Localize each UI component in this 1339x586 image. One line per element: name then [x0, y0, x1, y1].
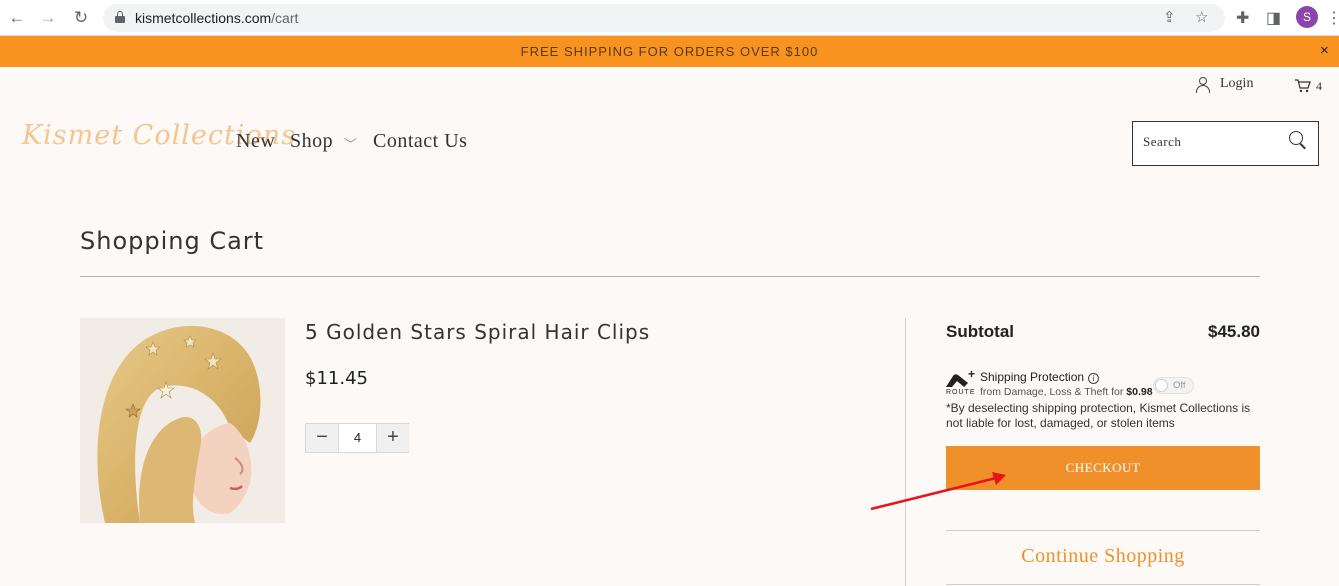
url-text[interactable]: kismetcollections.com/cart — [135, 10, 298, 26]
subtotal-label: Subtotal — [946, 322, 1014, 341]
url-host: kismetcollections.com — [135, 10, 272, 26]
continue-shopping-link[interactable]: Continue Shopping — [946, 545, 1260, 568]
share-icon[interactable]: ⇪ — [1163, 8, 1176, 26]
announcement-text: FREE SHIPPING FOR ORDERS OVER $100 — [520, 44, 819, 59]
increase-quantity-button[interactable]: + — [376, 424, 409, 452]
product-price: $11.45 — [305, 368, 368, 389]
product-photo — [80, 318, 285, 523]
summary-divider-bottom — [946, 584, 1260, 585]
address-bar[interactable]: kismetcollections.com/cart ⇪ ☆ — [103, 4, 1225, 32]
product-title[interactable]: 5 Golden Stars Spiral Hair Clips — [305, 320, 650, 344]
shipping-disclaimer: *By deselecting shipping protection, Kis… — [946, 401, 1251, 430]
route-label: ROUTE — [946, 389, 976, 396]
shipping-protection-toggle[interactable]: Off — [1153, 377, 1194, 394]
shipping-protection-title: Shipping Protection — [980, 370, 1085, 384]
profile-avatar[interactable]: S — [1296, 6, 1318, 28]
cart-glyph — [1295, 79, 1311, 93]
announcement-bar: FREE SHIPPING FOR ORDERS OVER $100 × — [0, 36, 1339, 67]
quantity-stepper: − 4 + — [305, 423, 409, 453]
chevron-down-icon[interactable]: ﹀ — [344, 134, 357, 153]
shipping-protection-subtitle: from Damage, Loss & Theft for $0.98 — [980, 386, 1153, 398]
column-divider — [905, 318, 906, 586]
login-link[interactable]: Login — [1220, 76, 1253, 92]
back-icon[interactable]: ← — [7, 8, 27, 28]
shipping-protection-desc: from Damage, Loss & Theft for — [980, 386, 1127, 398]
search-input[interactable] — [1143, 134, 1283, 150]
nav-shop[interactable]: Shop — [290, 130, 333, 153]
star-icon[interactable]: ☆ — [1195, 8, 1208, 26]
user-icon[interactable] — [1195, 77, 1211, 93]
route-plus-icon: + — [968, 367, 976, 381]
decrease-quantity-button[interactable]: − — [306, 424, 339, 452]
browser-toolbar: ← → ↻ kismetcollections.com/cart ⇪ ☆ ✚ ◨… — [0, 0, 1339, 36]
forward-icon[interactable]: → — [38, 8, 58, 28]
product-image[interactable] — [80, 318, 285, 523]
summary-divider — [946, 530, 1260, 531]
toggle-state-label: Off — [1173, 380, 1186, 391]
cart-icon[interactable] — [1295, 79, 1311, 97]
reload-icon[interactable]: ↻ — [71, 8, 91, 28]
quantity-input[interactable]: 4 — [339, 424, 376, 452]
url-path: /cart — [271, 10, 299, 26]
search-icon[interactable] — [1289, 131, 1307, 150]
extensions-icon[interactable]: ✚ — [1236, 8, 1249, 28]
route-logo-icon: + ROUTE — [946, 367, 976, 397]
annotation-arrow-icon — [870, 472, 1006, 511]
info-icon[interactable]: i — [1088, 373, 1099, 384]
page-title: Shopping Cart — [80, 227, 265, 255]
nav-contact-us[interactable]: Contact Us — [373, 130, 467, 153]
nav-new[interactable]: New — [236, 130, 275, 153]
cart-count[interactable]: 4 — [1316, 79, 1322, 94]
subtotal-value: $45.80 — [1208, 322, 1260, 341]
shipping-protection-price: $0.98 — [1126, 386, 1153, 398]
title-divider — [80, 276, 1260, 277]
lock-icon[interactable] — [115, 11, 125, 23]
close-icon[interactable]: × — [1320, 42, 1329, 59]
toggle-knob — [1155, 379, 1168, 392]
browser-menu-icon[interactable]: ⋮ — [1326, 8, 1339, 28]
route-mark-icon — [946, 374, 968, 387]
sidepanel-icon[interactable]: ◨ — [1266, 8, 1281, 28]
